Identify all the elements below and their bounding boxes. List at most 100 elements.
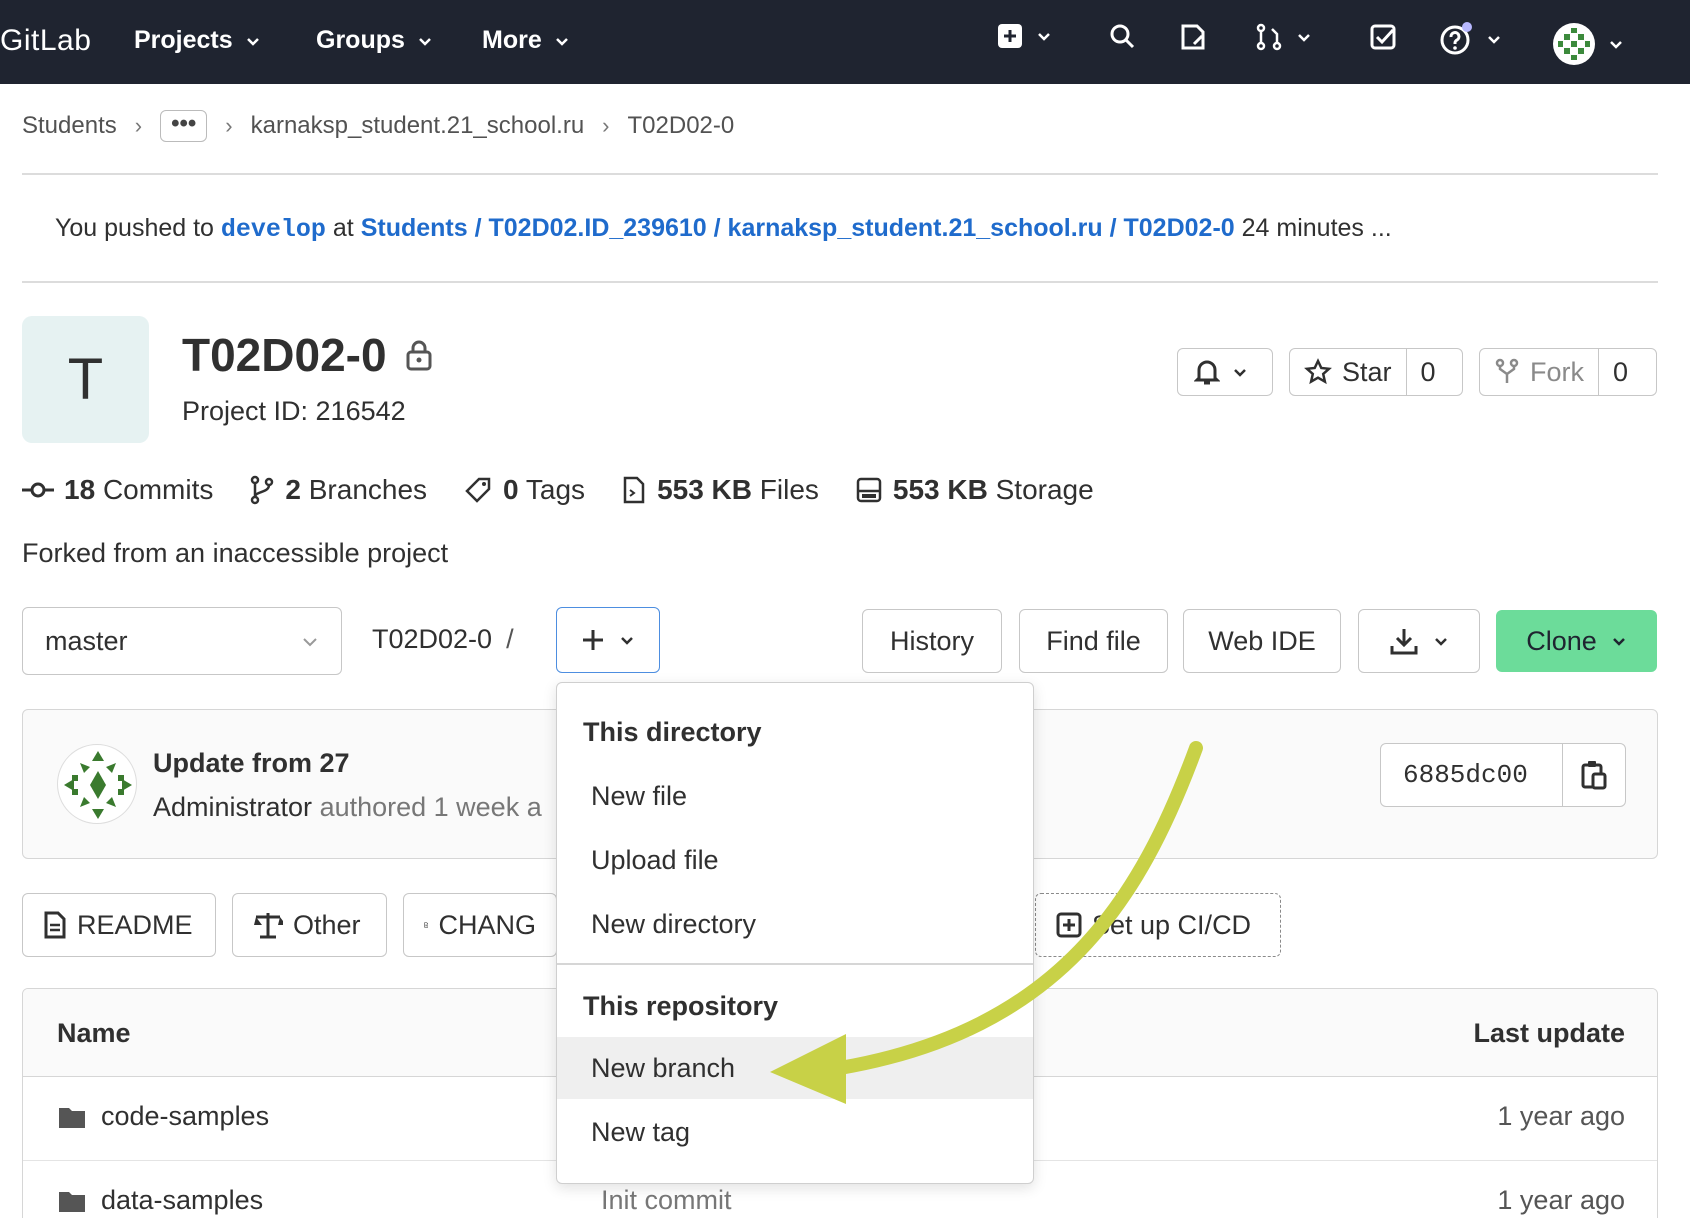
add-to-tree-dropdown: This directory New file Upload file New … xyxy=(556,682,1034,1184)
column-name: Name xyxy=(57,1018,131,1048)
menu-item-new-directory[interactable]: New directory xyxy=(557,893,1033,955)
search-button[interactable] xyxy=(1108,22,1136,50)
stat-tags[interactable]: 0 Tags xyxy=(463,474,585,506)
scale-icon xyxy=(254,913,283,939)
chevron-down-icon xyxy=(1038,33,1050,41)
stat-commits[interactable]: 18 Commits xyxy=(22,474,213,506)
todos-button[interactable] xyxy=(1368,22,1398,52)
fork-count[interactable]: 0 xyxy=(1598,349,1642,395)
download-icon xyxy=(1390,629,1418,655)
menu-item-new-tag[interactable]: New tag xyxy=(557,1101,1033,1163)
clone-button[interactable]: Clone xyxy=(1496,610,1657,672)
repo-path-separator: / xyxy=(506,624,514,654)
bell-icon xyxy=(1194,360,1220,385)
commit-title[interactable]: Update from 27 xyxy=(153,748,350,779)
project-id: Project ID: 216542 xyxy=(182,396,406,426)
push-at: at xyxy=(332,214,354,242)
clone-label: Clone xyxy=(1526,625,1597,656)
breadcrumb-project[interactable]: T02D02-0 xyxy=(628,112,735,140)
license-button[interactable]: Other xyxy=(232,893,387,957)
web-ide-button[interactable]: Web IDE xyxy=(1183,609,1341,673)
commits-label: Commits xyxy=(102,474,214,505)
divider xyxy=(22,281,1658,283)
menu-item-new-branch[interactable]: New branch xyxy=(557,1037,1033,1099)
chevron-down-icon xyxy=(1488,36,1500,44)
commit-sha[interactable]: 6885dc00 xyxy=(1381,744,1563,806)
merge-request-icon xyxy=(1256,23,1282,51)
issues-button[interactable] xyxy=(1178,22,1208,52)
commit-author[interactable]: Administrator xyxy=(153,792,312,822)
commit-author-avatar[interactable] xyxy=(57,744,137,824)
commit-message[interactable]: Init commit xyxy=(601,1185,732,1216)
divider xyxy=(22,173,1658,175)
nav-groups[interactable]: Groups xyxy=(316,26,433,55)
setup-ci-button[interactable]: Set up CI/CD xyxy=(1035,893,1281,957)
chevron-down-icon xyxy=(621,637,633,645)
star-label: Star xyxy=(1342,356,1392,387)
push-prefix: You pushed to xyxy=(55,214,214,242)
file-name[interactable]: code-samples xyxy=(57,1101,269,1132)
star-icon xyxy=(1304,358,1332,385)
dropdown-divider xyxy=(557,963,1033,965)
storage-label: Storage xyxy=(995,474,1094,505)
changelog-button[interactable]: CHANG xyxy=(403,893,557,957)
chevron-right-icon: › xyxy=(225,113,233,138)
folder-label: data-samples xyxy=(101,1185,264,1215)
stat-storage[interactable]: 553 KB Storage xyxy=(855,474,1094,506)
readme-button[interactable]: README xyxy=(22,893,216,957)
push-project-link[interactable]: Students / T02D02.ID_239610 / karnaksp_s… xyxy=(361,214,1235,242)
user-avatar xyxy=(1553,23,1595,65)
branches-count: 2 xyxy=(285,474,301,505)
changelog-label: CHANG xyxy=(438,909,536,940)
folder-icon xyxy=(59,1107,85,1128)
storage-icon xyxy=(856,477,882,503)
chevron-down-icon xyxy=(246,37,259,46)
repo-path: T02D02-0 / xyxy=(372,624,514,655)
menu-item-upload-file[interactable]: Upload file xyxy=(557,829,1033,891)
find-file-button[interactable]: Find file xyxy=(1019,609,1168,673)
user-menu-button[interactable] xyxy=(1552,22,1624,66)
push-time: 24 minutes ... xyxy=(1241,214,1392,242)
chevron-down-icon xyxy=(1612,638,1625,646)
history-button[interactable]: History xyxy=(862,609,1002,673)
plus-square-icon xyxy=(1056,912,1082,938)
push-branch-link[interactable]: develop xyxy=(221,215,326,244)
breadcrumb: Students › ••• › karnaksp_student.21_sch… xyxy=(22,110,734,142)
readme-label: README xyxy=(77,909,193,940)
star-button[interactable]: Star 0 xyxy=(1289,348,1463,396)
gitlab-logo[interactable]: GitLab xyxy=(0,24,91,58)
add-to-tree-button[interactable] xyxy=(556,607,660,673)
chevron-down-icon xyxy=(1298,34,1310,42)
notification-button[interactable] xyxy=(1177,348,1273,396)
repo-path-root[interactable]: T02D02-0 xyxy=(372,624,492,654)
menu-item-new-file[interactable]: New file xyxy=(557,765,1033,827)
new-menu-button[interactable] xyxy=(996,22,1052,50)
folder-label: code-samples xyxy=(101,1101,270,1131)
merge-requests-button[interactable] xyxy=(1254,22,1312,52)
stat-files[interactable]: 553 KB Files xyxy=(621,474,819,506)
branch-selector[interactable]: master xyxy=(22,607,342,675)
stat-branches[interactable]: 2 Branches xyxy=(249,474,427,506)
download-button[interactable] xyxy=(1358,609,1480,673)
help-button[interactable] xyxy=(1440,22,1502,56)
commits-count: 18 xyxy=(64,474,96,505)
chevron-down-icon xyxy=(1435,638,1447,646)
breadcrumb-students[interactable]: Students xyxy=(22,112,117,140)
commit-authored: authored 1 week a xyxy=(319,792,542,822)
dropdown-section-directory: This directory xyxy=(583,717,762,747)
nav-groups-label: Groups xyxy=(316,26,405,54)
commit-icon xyxy=(22,482,54,498)
star-count[interactable]: 0 xyxy=(1405,349,1450,395)
branches-label: Branches xyxy=(308,474,428,505)
breadcrumb-namespace[interactable]: karnaksp_student.21_school.ru xyxy=(251,112,585,140)
files-size: 553 KB xyxy=(657,474,752,505)
nav-more[interactable]: More xyxy=(482,26,570,55)
file-name[interactable]: data-samples xyxy=(57,1185,263,1216)
breadcrumb-more-button[interactable]: ••• xyxy=(160,110,208,142)
nav-projects[interactable]: Projects xyxy=(134,26,261,55)
copy-sha-button[interactable] xyxy=(1563,744,1625,806)
search-icon xyxy=(1110,24,1135,49)
plus-square-icon xyxy=(998,24,1022,48)
fork-button[interactable]: Fork 0 xyxy=(1479,348,1657,396)
chevron-down-icon xyxy=(555,37,568,46)
